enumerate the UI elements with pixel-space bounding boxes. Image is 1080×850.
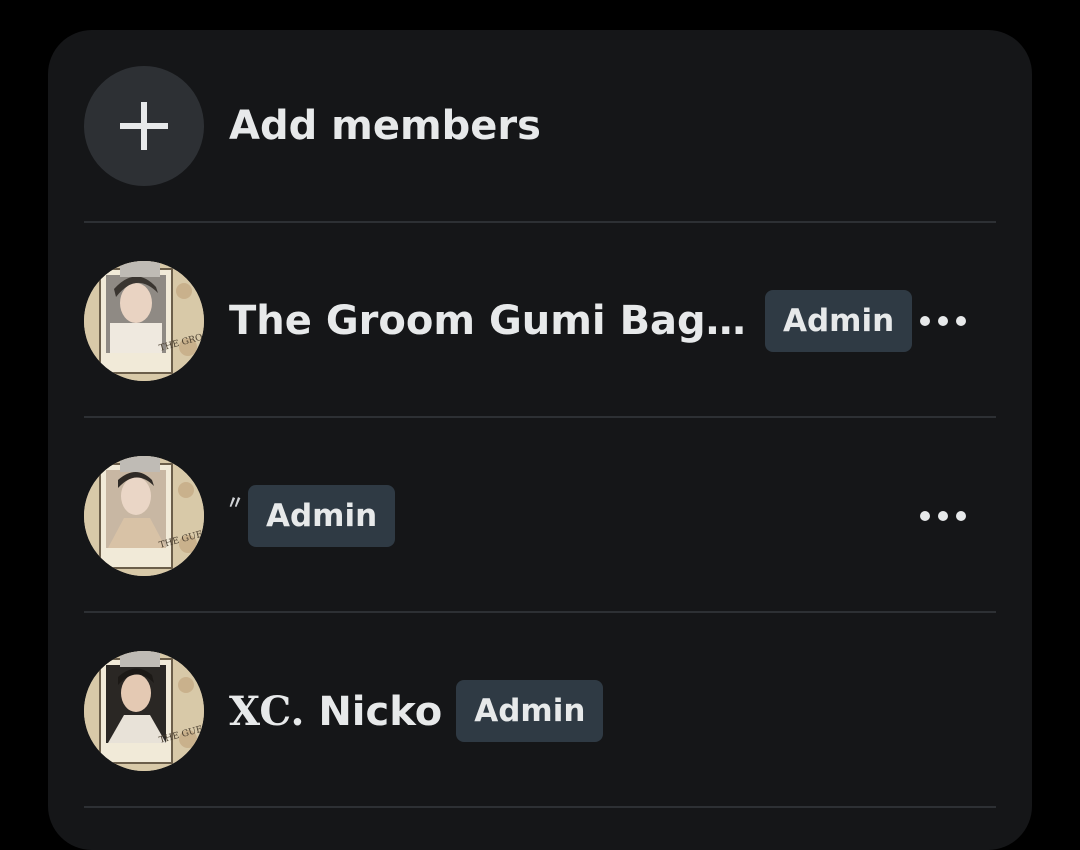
more-options-button[interactable] <box>920 316 966 326</box>
add-members-row[interactable]: Add members <box>84 66 996 186</box>
more-icon-dot <box>956 511 966 521</box>
more-icon-dot <box>956 316 966 326</box>
avatar[interactable]: THE GUEST <box>84 456 204 576</box>
divider <box>84 416 996 418</box>
member-row[interactable]: THE GUEST XC. Nicko Admin <box>84 651 996 771</box>
members-panel: Add members THE GROOM The Groom Gumi Bag… <box>48 30 1032 850</box>
admin-badge: Admin <box>456 680 604 742</box>
add-members-button[interactable] <box>84 66 204 186</box>
divider <box>84 221 996 223</box>
member-name-prefix: XC. <box>229 687 305 735</box>
divider <box>84 806 996 808</box>
avatar[interactable]: THE GROOM <box>84 261 204 381</box>
more-icon-dot <box>938 316 948 326</box>
member-name: XC. Nicko <box>229 688 442 735</box>
member-name-text: Nicko <box>318 688 443 735</box>
more-options-button[interactable] <box>920 511 966 521</box>
more-icon <box>920 316 930 326</box>
plus-icon <box>120 102 168 150</box>
member-name: 〃 <box>226 493 244 514</box>
member-row[interactable]: THE GUEST 〃 Admin <box>84 456 996 576</box>
avatar[interactable]: THE GUEST <box>84 651 204 771</box>
admin-badge: Admin <box>248 485 396 547</box>
add-members-label: Add members <box>229 103 541 149</box>
more-icon-dot <box>938 511 948 521</box>
admin-badge: Admin <box>765 290 913 352</box>
more-icon <box>920 511 930 521</box>
member-name: The Groom Gumi Bagj... <box>229 298 749 344</box>
member-row[interactable]: THE GROOM The Groom Gumi Bagj... Admin <box>84 261 996 381</box>
divider <box>84 611 996 613</box>
